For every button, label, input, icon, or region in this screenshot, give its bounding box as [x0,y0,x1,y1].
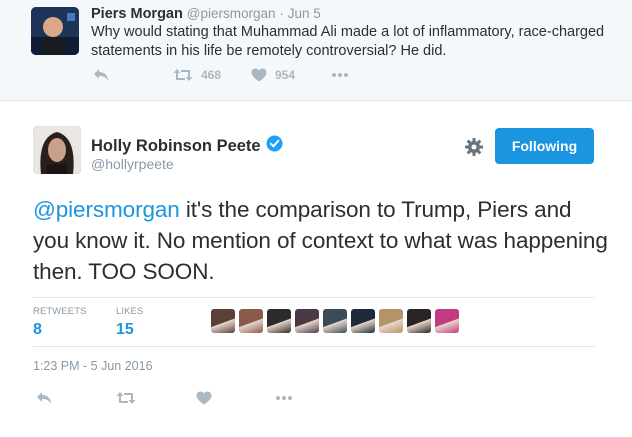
liker-avatar[interactable] [211,309,235,333]
parent-date[interactable]: Jun 5 [288,6,321,21]
liker-avatar[interactable] [295,309,319,333]
parent-like-count: 954 [275,68,296,82]
following-button[interactable]: Following [495,128,594,164]
likes-count: 15 [116,321,134,338]
separator-dot: · [279,6,284,21]
liker-avatar[interactable] [323,309,347,333]
gear-icon[interactable] [464,137,484,157]
parent-retweet-count: 468 [201,68,222,82]
tweet-stats: RETWEETS 8 LIKES 15 [33,297,595,347]
liker-avatar[interactable] [379,309,403,333]
likes-stat[interactable]: LIKES 15 [116,306,143,339]
mention-link[interactable]: @piersmorgan [33,197,180,222]
like-icon [251,68,267,82]
parent-tweet-text: Why would stating that Muhammad Ali made… [91,24,605,59]
tweet-timestamp: 1:23 PM - 5 Jun 2016 [33,359,153,373]
parent-like-button[interactable]: 954 [251,68,295,82]
parent-reply-button[interactable] [93,68,109,82]
retweets-stat[interactable]: RETWEETS 8 [33,306,87,339]
like-button[interactable] [196,391,212,405]
author-handle[interactable]: @hollyrpeete [91,156,174,172]
parent-header: Piers Morgan @piersmorgan · Jun 5 [91,5,321,22]
liker-avatar[interactable] [407,309,431,333]
parent-author-name[interactable]: Piers Morgan [91,6,183,22]
author-name[interactable]: Holly Robinson Peete [91,135,283,157]
more-icon [276,396,292,400]
verified-badge-icon [266,135,283,157]
reply-icon [37,392,51,404]
liker-avatar[interactable] [267,309,291,333]
retweet-button[interactable] [116,391,136,405]
retweets-count: 8 [33,321,42,338]
parent-avatar[interactable] [31,7,79,55]
tweet-text: @piersmorgan it's the comparison to Trum… [33,194,613,287]
liker-avatar[interactable] [239,309,263,333]
author-avatar[interactable] [33,126,81,174]
author-name-text: Holly Robinson Peete [91,136,261,155]
likes-label: LIKES [116,306,144,317]
more-icon [332,73,348,77]
retweet-icon [116,392,136,404]
more-button[interactable] [275,391,293,405]
retweets-label: RETWEETS [33,306,87,317]
like-icon [196,391,212,405]
liker-avatar[interactable] [351,309,375,333]
parent-tweet[interactable]: Piers Morgan @piersmorgan · Jun 5 Why wo… [0,0,632,101]
liker-avatars [211,309,463,333]
parent-more-button[interactable] [331,68,349,82]
reply-button[interactable] [36,391,52,405]
reply-icon [94,69,108,81]
liker-avatar[interactable] [435,309,459,333]
parent-author-handle[interactable]: @piersmorgan [187,6,276,21]
retweet-icon [173,69,193,81]
parent-retweet-button[interactable]: 468 [173,68,221,82]
